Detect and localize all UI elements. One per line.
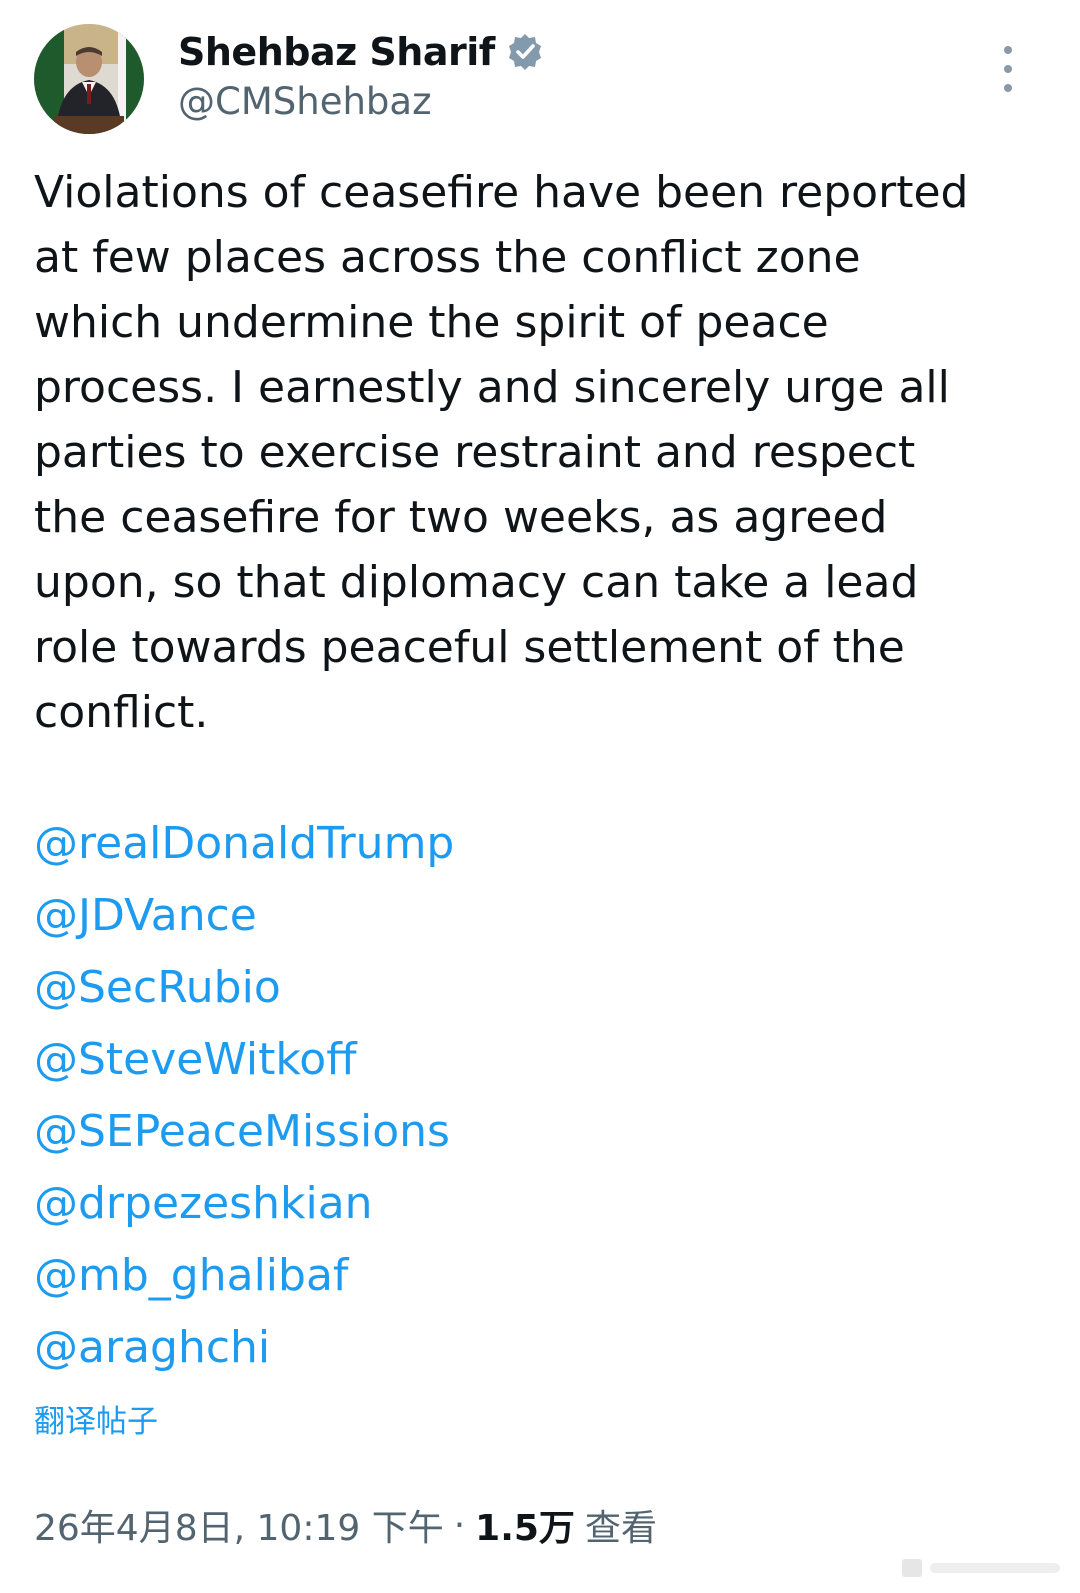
avatar-image — [34, 24, 144, 134]
mention-link[interactable]: @realDonaldTrump — [34, 808, 934, 880]
tweet-text-line: conflict. — [34, 687, 209, 738]
tweet-text-line: role towards peaceful settlement of the — [34, 622, 905, 673]
views-count: 1.5万 — [475, 1508, 575, 1549]
more-dot — [1004, 65, 1012, 73]
views-label: 查看 — [584, 1508, 657, 1549]
tweet-text-line: Violations of ceasefire have been report… — [34, 167, 969, 218]
more-vertical-icon[interactable] — [990, 46, 1026, 92]
tweet-text-line: parties to exercise restraint and respec… — [34, 427, 916, 478]
verified-badge-icon — [505, 32, 545, 72]
more-dot — [1004, 46, 1012, 54]
tweet-text-line: at few places across the conflict zone — [34, 232, 861, 283]
author-name-row[interactable]: Shehbaz Sharif — [178, 26, 545, 78]
tweet-text-line: which undermine the spirit of peace — [34, 297, 829, 348]
tweet-text-line: process. I earnestly and sincerely urge … — [34, 362, 950, 413]
mention-link[interactable]: @drpezeshkian — [34, 1168, 934, 1240]
mention-list: @realDonaldTrump @JDVance @SecRubio @Ste… — [34, 808, 934, 1384]
author-handle[interactable]: @CMShehbaz — [178, 80, 432, 123]
more-dot — [1004, 84, 1012, 92]
meta-separator: · — [453, 1504, 466, 1546]
mention-link[interactable]: @araghchi — [34, 1312, 934, 1384]
translate-post-link[interactable]: 翻译帖子 — [34, 1396, 158, 1441]
mention-link[interactable]: @mb_ghalibaf — [34, 1240, 934, 1312]
mention-link[interactable]: @SteveWitkoff — [34, 1024, 934, 1096]
mention-link[interactable]: @SEPeaceMissions — [34, 1096, 934, 1168]
author-display-name[interactable]: Shehbaz Sharif — [178, 30, 495, 74]
post-timestamp[interactable]: 26年4月8日, 10:19 下午 — [34, 1499, 444, 1551]
avatar[interactable] — [34, 24, 144, 134]
tweet-text-line: upon, so that diplomacy can take a lead — [34, 557, 919, 608]
tweet-text-line: the ceasefire for two weeks, as agreed — [34, 492, 888, 543]
tweet-post: Shehbaz Sharif @CMShehbaz Violations of … — [0, 0, 1080, 1593]
tweet-text: Violations of ceasefire have been report… — [34, 160, 1034, 745]
mention-link[interactable]: @SecRubio — [34, 952, 934, 1024]
post-meta: 26年4月8日, 10:19 下午 · 1.5万 查看 — [34, 1497, 657, 1553]
mention-link[interactable]: @JDVance — [34, 880, 934, 952]
watermark-graphic — [900, 1553, 1068, 1583]
